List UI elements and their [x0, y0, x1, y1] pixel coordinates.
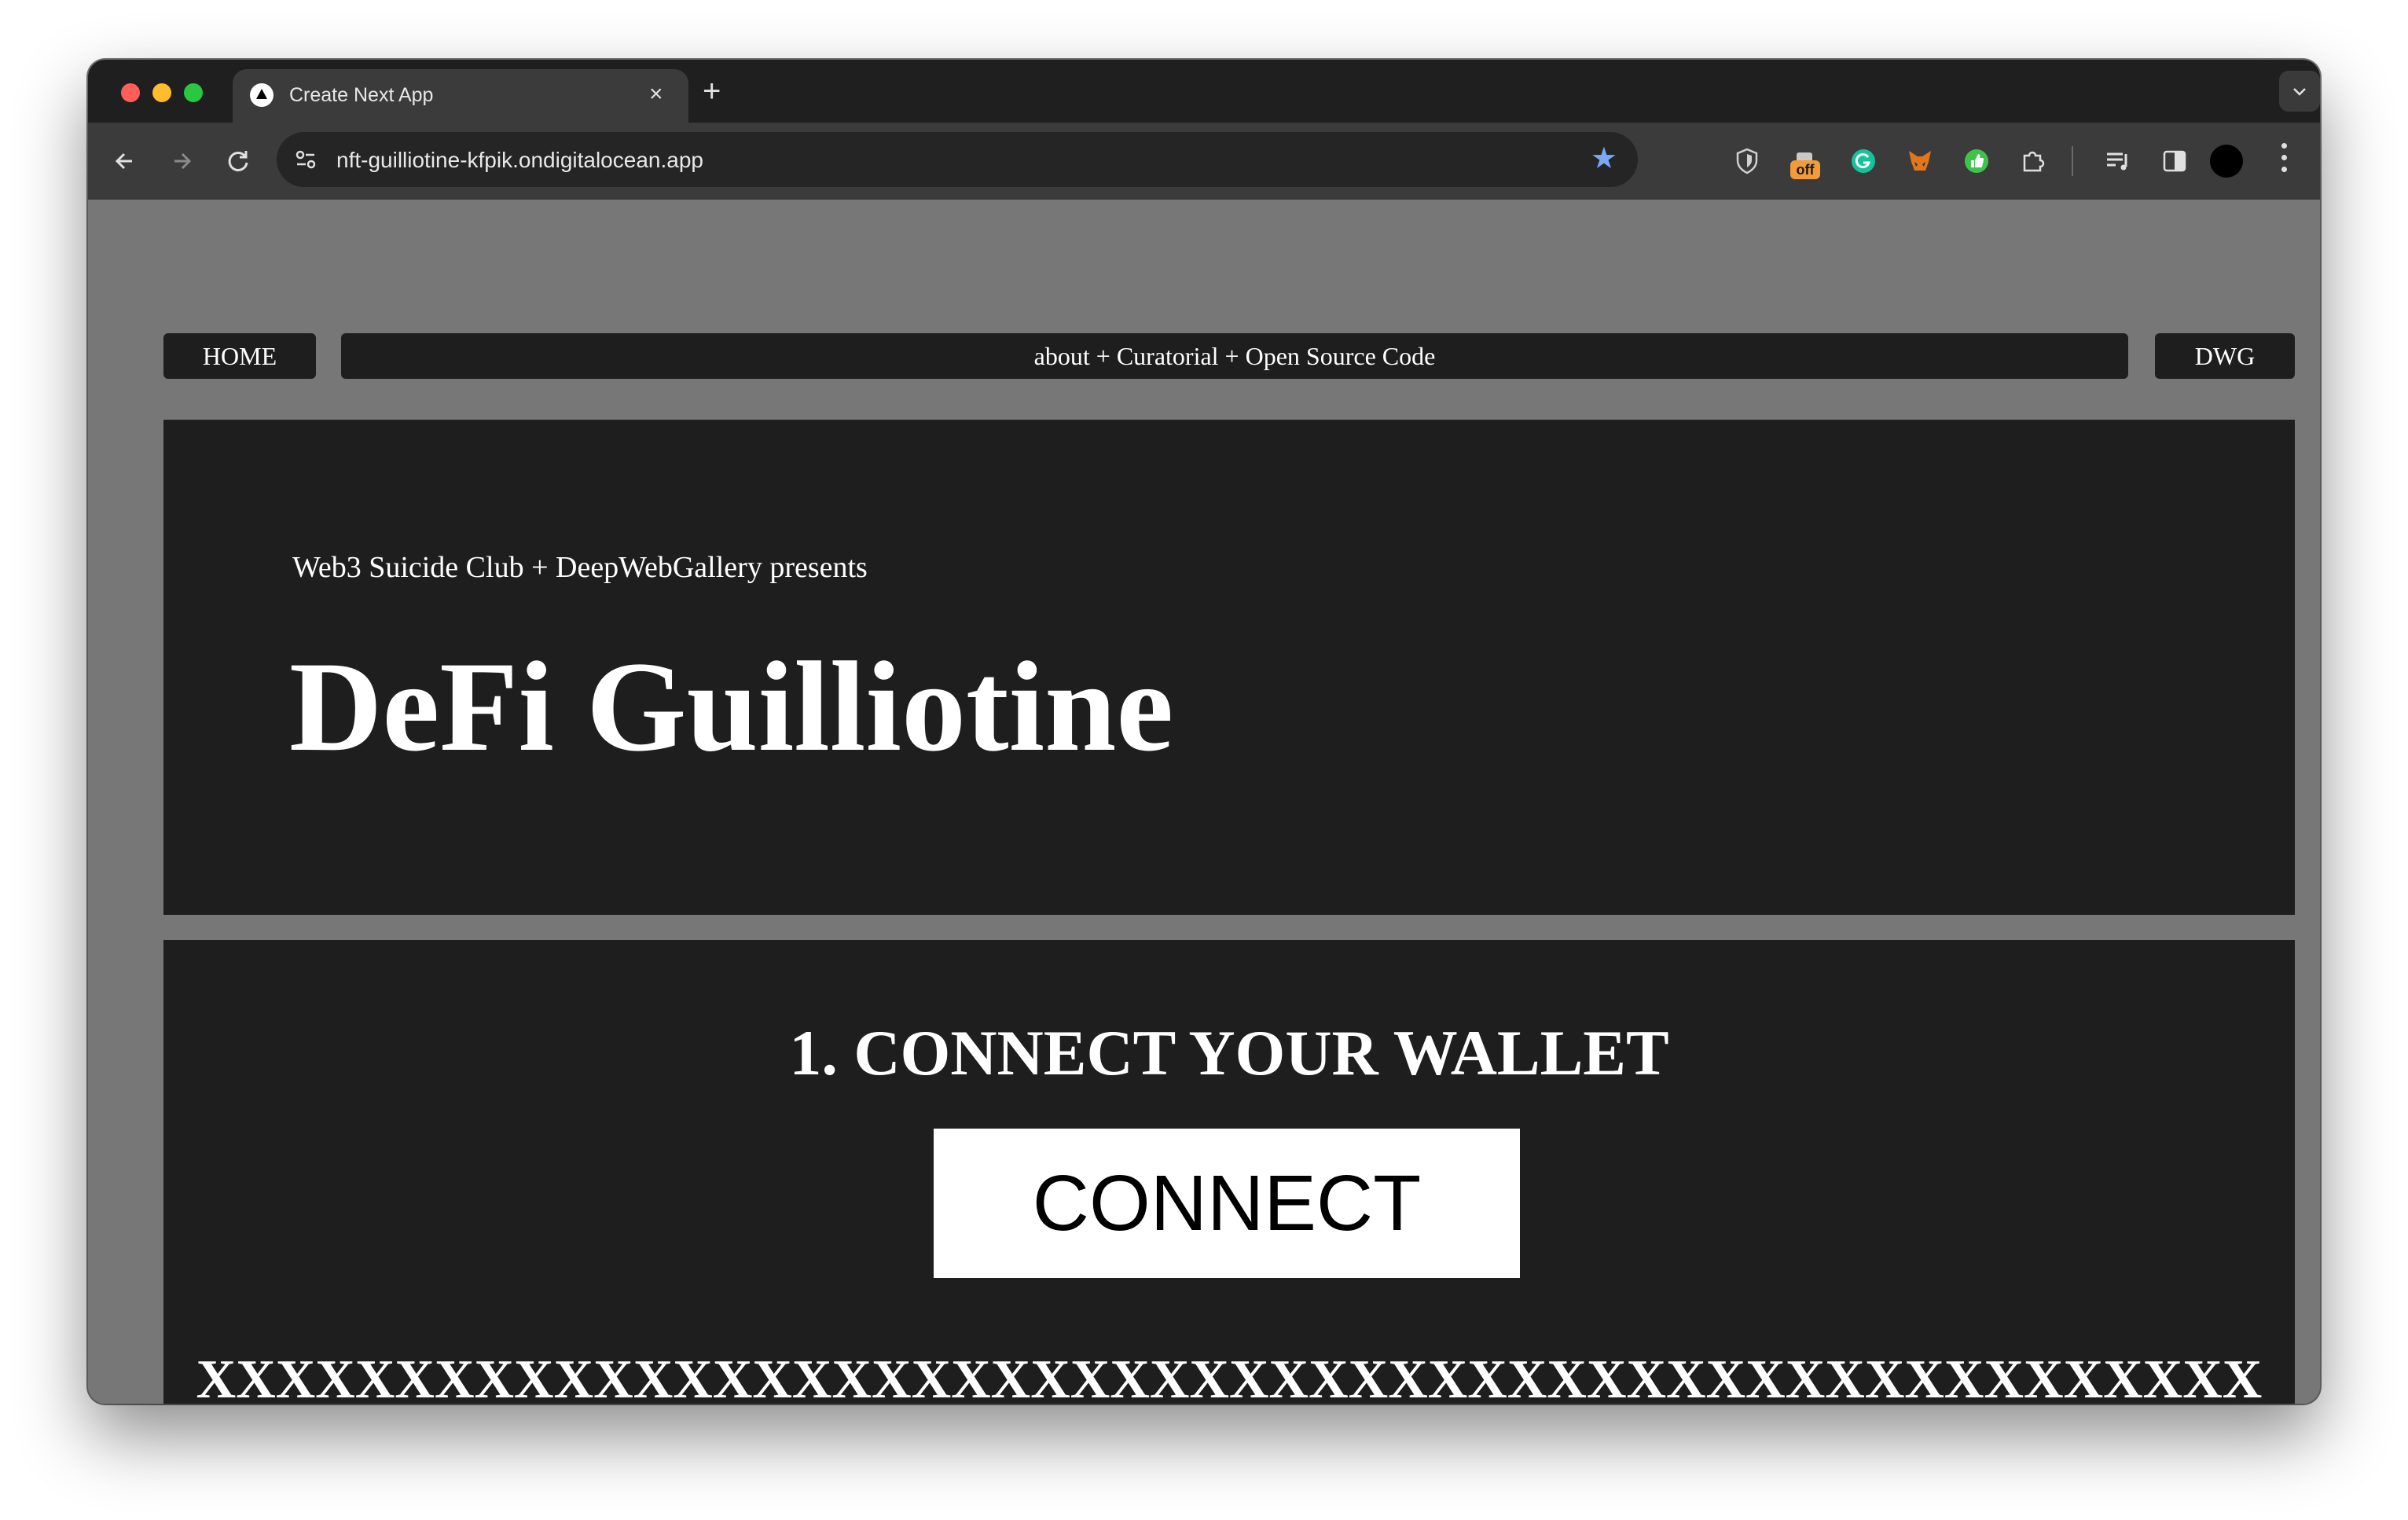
connect-wallet-heading: 1. CONNECT YOUR WALLET: [789, 1017, 1669, 1089]
side-panel-icon[interactable]: [2160, 146, 2190, 176]
chevron-down-icon: [2293, 88, 2306, 96]
grammarly-icon[interactable]: [1848, 146, 1878, 176]
reload-icon[interactable]: [223, 146, 253, 176]
url-text[interactable]: nft-guilliotine-kfpik.ondigitalocean.app: [336, 148, 703, 173]
browser-tab-active[interactable]: Create Next App ×: [233, 69, 688, 123]
close-window-button[interactable]: [121, 83, 140, 102]
profile-avatar[interactable]: [2210, 145, 2243, 178]
site-info-icon[interactable]: [292, 146, 319, 173]
maximize-window-button[interactable]: [184, 83, 203, 102]
address-bar[interactable]: nft-guilliotine-kfpik.ondigitalocean.app…: [277, 132, 1638, 187]
extension-badge: off: [1790, 160, 1820, 179]
media-queue-icon[interactable]: [2103, 146, 2133, 176]
dwg-nav-button[interactable]: DWG: [2155, 333, 2295, 379]
presents-subtitle: Web3 Suicide Club + DeepWebGallery prese…: [292, 551, 868, 584]
bookmark-star-icon[interactable]: ★: [1591, 143, 1617, 174]
wallet-placeholder-text: XXXXXXXXXXXXXXXXXXXXXXXXXXXXXXXXXXXXXXXX…: [196, 1349, 2263, 1404]
new-tab-button[interactable]: +: [703, 75, 721, 107]
metamask-fox-icon[interactable]: [1905, 146, 1935, 176]
forward-arrow-icon[interactable]: [167, 146, 196, 176]
browser-window: Create Next App × + nft-guilliotine-kfpi…: [88, 60, 2320, 1404]
hero-panel: Web3 Suicide Club + DeepWebGallery prese…: [163, 420, 2295, 915]
home-nav-button[interactable]: HOME: [163, 333, 316, 379]
about-nav-button[interactable]: about + Curatorial + Open Source Code: [341, 333, 2128, 379]
tab-search-button[interactable]: [2279, 71, 2320, 112]
tab-title: Create Next App: [289, 84, 434, 106]
page-title: DeFi Guilliotine: [289, 636, 1174, 778]
toolbar-divider: [2072, 146, 2073, 176]
tab-close-icon[interactable]: ×: [649, 82, 663, 107]
back-arrow-icon[interactable]: [110, 146, 140, 176]
connect-wallet-panel: 1. CONNECT YOUR WALLET CONNECT XXXXXXXXX…: [163, 940, 2295, 1404]
page-viewport: HOME about + Curatorial + Open Source Co…: [88, 200, 2320, 1404]
shield-icon[interactable]: [1732, 146, 1762, 176]
minimize-window-button[interactable]: [152, 83, 171, 102]
green-thumb-extension-icon[interactable]: [1962, 146, 1991, 176]
connect-wallet-button[interactable]: CONNECT: [934, 1129, 1520, 1278]
browser-toolbar: nft-guilliotine-kfpik.ondigitalocean.app…: [88, 123, 2320, 200]
puzzle-extensions-icon[interactable]: [2018, 146, 2048, 176]
tab-strip: Create Next App × +: [88, 60, 2320, 123]
nextjs-favicon-icon: [250, 83, 273, 107]
browser-menu-icon[interactable]: [2281, 143, 2289, 179]
